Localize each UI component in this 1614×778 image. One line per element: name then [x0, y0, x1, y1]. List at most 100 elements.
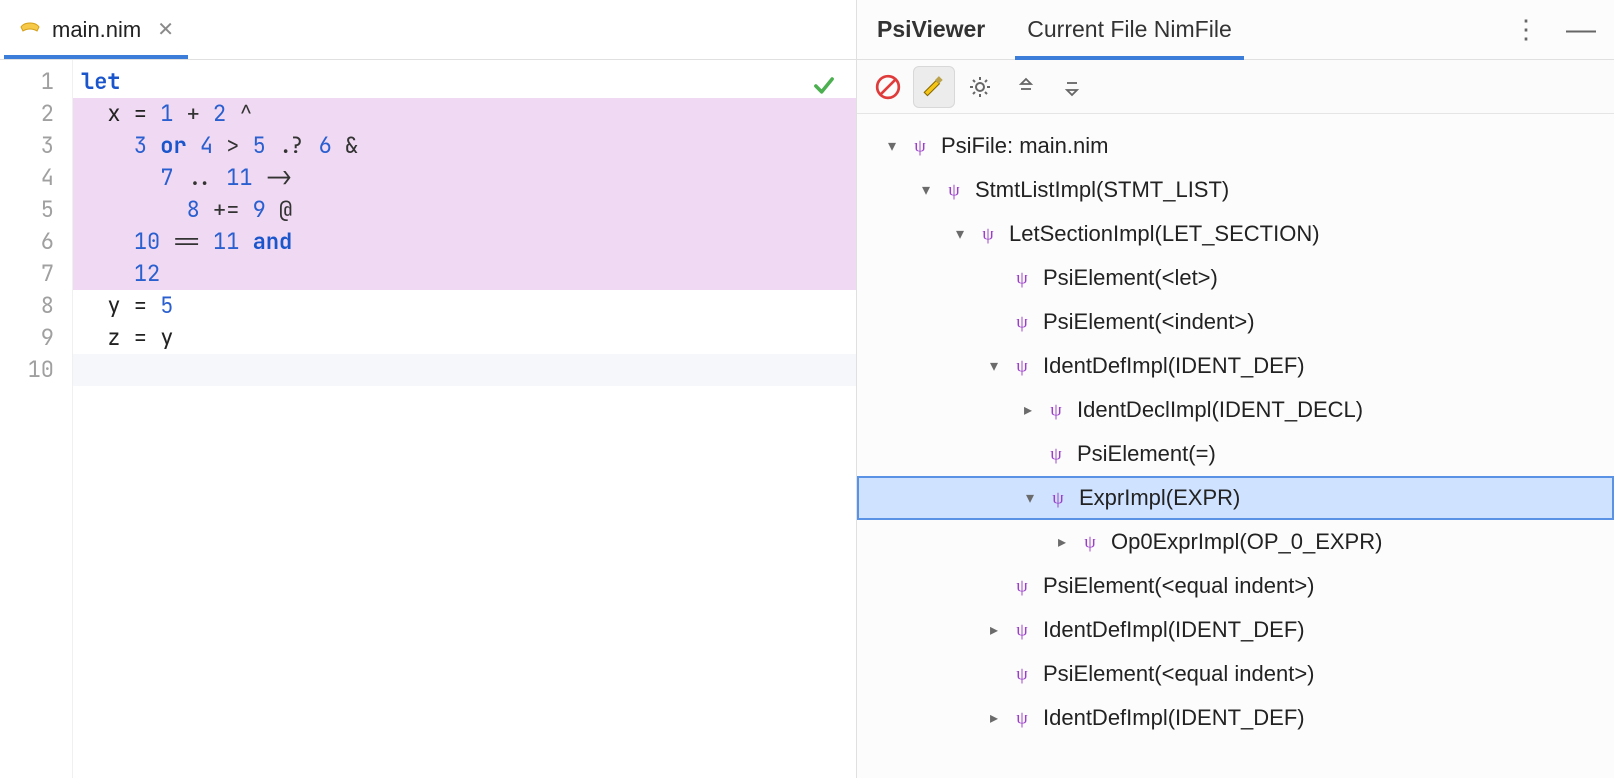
- tree-row[interactable]: ▸ψPsiElement(<indent>): [857, 300, 1614, 344]
- tree-node-label: ExprImpl(EXPR): [1079, 485, 1240, 511]
- svg-text:ψ: ψ: [914, 136, 926, 156]
- psi-node-icon: ψ: [1011, 575, 1033, 597]
- chevron-down-icon[interactable]: ▾: [1017, 488, 1043, 508]
- brush-icon: [921, 74, 947, 100]
- file-tab[interactable]: main.nim ✕: [4, 0, 188, 59]
- tree-row[interactable]: ▸ ψ IdentDeclImpl(IDENT_DECL): [857, 388, 1614, 432]
- line-number: 10: [0, 354, 54, 386]
- psi-node-icon: ψ: [1011, 707, 1033, 729]
- line-number: 8: [0, 290, 54, 322]
- psi-node-icon: ψ: [1011, 267, 1033, 289]
- line-number: 2: [0, 98, 54, 130]
- chevron-down-icon[interactable]: ▾: [913, 180, 939, 200]
- expand-icon: [1060, 75, 1084, 99]
- svg-text:ψ: ψ: [1016, 708, 1028, 728]
- stop-highlight-button[interactable]: [867, 66, 909, 108]
- collapse-all-button[interactable]: [1005, 66, 1047, 108]
- code-line: 3 or 4 > 5 .? 6 &: [73, 130, 856, 162]
- tree-node-label: PsiElement(<equal indent>): [1043, 661, 1315, 687]
- psi-node-icon: ψ: [1011, 311, 1033, 333]
- code-line: let: [73, 66, 856, 98]
- tree-row[interactable]: ▸ψIdentDefImpl(IDENT_DEF): [857, 696, 1614, 740]
- svg-text:ψ: ψ: [1052, 488, 1064, 508]
- editor-body[interactable]: 1 2 3 4 5 6 7 8 9 10 let x = 1 + 2 ^ 3 o…: [0, 60, 856, 778]
- svg-text:ψ: ψ: [1016, 576, 1028, 596]
- psi-node-icon: ψ: [1011, 355, 1033, 377]
- svg-text:ψ: ψ: [1016, 268, 1028, 288]
- line-number: 4: [0, 162, 54, 194]
- inspection-ok-icon[interactable]: [810, 72, 838, 100]
- tree-node-label: PsiElement(<equal indent>): [1043, 573, 1315, 599]
- tree-row[interactable]: ▸ψPsiElement(<equal indent>): [857, 652, 1614, 696]
- gear-icon: [968, 75, 992, 99]
- line-number: 9: [0, 322, 54, 354]
- tree-node-label: IdentDefImpl(IDENT_DEF): [1043, 617, 1305, 643]
- psi-node-icon: ψ: [977, 223, 999, 245]
- tree-node-label: IdentDefImpl(IDENT_DEF): [1043, 353, 1305, 379]
- line-number: 3: [0, 130, 54, 162]
- chevron-right-icon[interactable]: ▸: [981, 708, 1007, 728]
- chevron-right-icon[interactable]: ▸: [1015, 400, 1041, 420]
- tree-row[interactable]: ▾ ψ ExprImpl(EXPR): [857, 476, 1614, 520]
- more-icon[interactable]: ⋮: [1513, 14, 1540, 45]
- svg-text:ψ: ψ: [1050, 400, 1062, 420]
- chevron-down-icon[interactable]: ▾: [981, 356, 1007, 376]
- chevron-right-icon[interactable]: ▸: [1049, 532, 1075, 552]
- tree-row[interactable]: ▾ψStmtListImpl(STMT_LIST): [857, 168, 1614, 212]
- code-line: x = 1 + 2 ^: [73, 98, 856, 130]
- side-tabs: PsiViewer Current File NimFile ⋮ —: [857, 0, 1614, 60]
- svg-text:ψ: ψ: [1050, 444, 1062, 464]
- line-number: 6: [0, 226, 54, 258]
- editor-pane: main.nim ✕ 1 2 3 4 5 6 7 8 9 10 let x = …: [0, 0, 857, 778]
- code-line: 10 == 11 and: [73, 226, 856, 258]
- svg-text:ψ: ψ: [982, 224, 994, 244]
- tree-row[interactable]: ▾ ψ IdentDefImpl(IDENT_DEF): [857, 344, 1614, 388]
- tree-node-label: LetSectionImpl(LET_SECTION): [1009, 221, 1320, 247]
- collapse-icon: [1014, 75, 1038, 99]
- svg-text:ψ: ψ: [1084, 532, 1096, 552]
- side-menu: ⋮ —: [1513, 13, 1596, 47]
- chevron-down-icon[interactable]: ▾: [947, 224, 973, 244]
- psi-node-icon: ψ: [1047, 487, 1069, 509]
- psi-viewer-pane: PsiViewer Current File NimFile ⋮ —: [857, 0, 1614, 778]
- psi-node-icon: ψ: [1045, 443, 1067, 465]
- code-line: y = 5: [73, 290, 856, 322]
- code-line: z = y: [73, 322, 856, 354]
- psi-node-icon: ψ: [1011, 619, 1033, 641]
- tree-row[interactable]: ▸ψPsiElement(<let>): [857, 256, 1614, 300]
- svg-text:ψ: ψ: [1016, 356, 1028, 376]
- tab-current-file[interactable]: Current File NimFile: [1025, 0, 1233, 59]
- settings-button[interactable]: [959, 66, 1001, 108]
- highlight-button[interactable]: [913, 66, 955, 108]
- code-area[interactable]: let x = 1 + 2 ^ 3 or 4 > 5 .? 6 & 7 .. 1…: [72, 60, 856, 778]
- tree-row[interactable]: ▾ψPsiFile: main.nim: [857, 124, 1614, 168]
- line-number: 5: [0, 194, 54, 226]
- minimize-icon[interactable]: —: [1566, 13, 1596, 47]
- tree-row[interactable]: ▾ ψ LetSectionImpl(LET_SECTION): [857, 212, 1614, 256]
- svg-text:ψ: ψ: [1016, 620, 1028, 640]
- tree-node-label: Op0ExprImpl(OP_0_EXPR): [1111, 529, 1382, 555]
- psi-node-icon: ψ: [943, 179, 965, 201]
- psi-toolbar: [857, 60, 1614, 114]
- tree-row[interactable]: ▸ψPsiElement(<equal indent>): [857, 564, 1614, 608]
- line-number: 7: [0, 258, 54, 290]
- editor-tab-bar: main.nim ✕: [0, 0, 856, 60]
- chevron-right-icon[interactable]: ▸: [981, 620, 1007, 640]
- svg-text:ψ: ψ: [1016, 664, 1028, 684]
- tree-node-label: PsiElement(<indent>): [1043, 309, 1255, 335]
- psi-node-icon: ψ: [1045, 399, 1067, 421]
- close-icon[interactable]: ✕: [157, 17, 174, 42]
- line-gutter: 1 2 3 4 5 6 7 8 9 10: [0, 60, 72, 778]
- chevron-down-icon[interactable]: ▾: [879, 136, 905, 156]
- tree-row[interactable]: ▸ ψ IdentDefImpl(IDENT_DEF): [857, 608, 1614, 652]
- expand-all-button[interactable]: [1051, 66, 1093, 108]
- tab-psiviewer[interactable]: PsiViewer: [875, 0, 987, 59]
- tree-node-label: PsiElement(=): [1077, 441, 1216, 467]
- tree-row[interactable]: ▸ ψ Op0ExprImpl(OP_0_EXPR): [857, 520, 1614, 564]
- file-tab-label: main.nim: [52, 17, 141, 43]
- psi-tree[interactable]: ▾ψPsiFile: main.nim▾ψStmtListImpl(STMT_L…: [857, 114, 1614, 778]
- tree-row[interactable]: ▸ψPsiElement(=): [857, 432, 1614, 476]
- stop-icon: [875, 74, 901, 100]
- tree-node-label: IdentDeclImpl(IDENT_DECL): [1077, 397, 1363, 423]
- psi-node-icon: ψ: [1079, 531, 1101, 553]
